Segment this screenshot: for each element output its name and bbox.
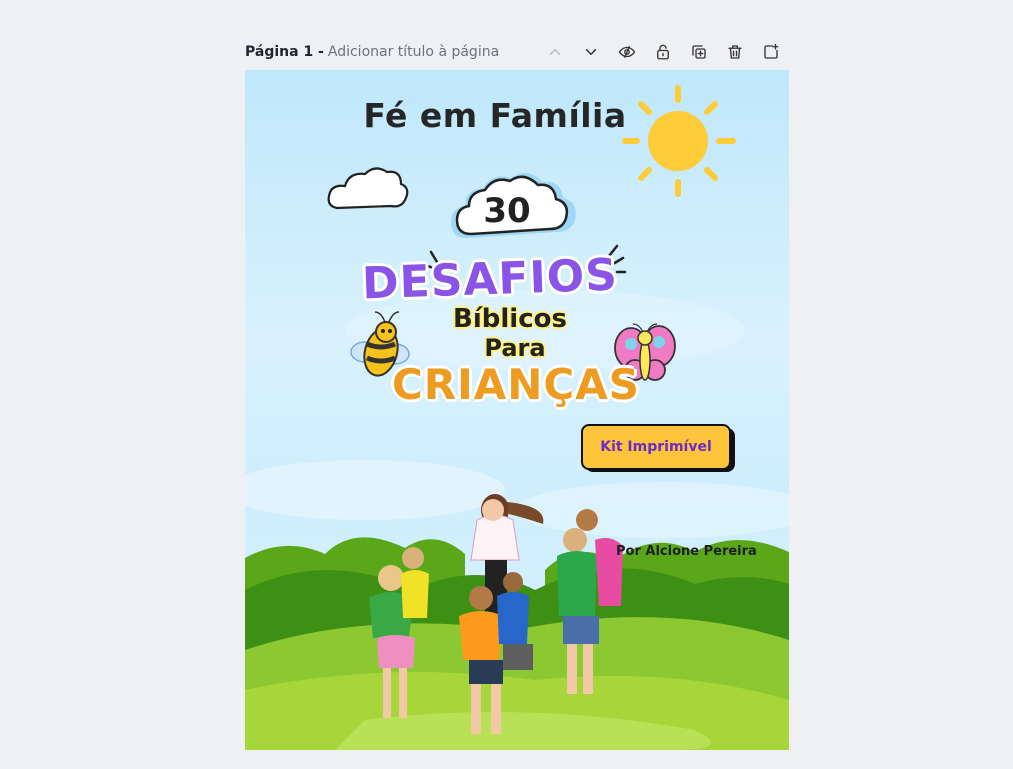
- page-header: Página 1 - Adicionar título à página: [245, 38, 789, 66]
- trash-icon: [728, 45, 742, 59]
- move-down-button[interactable]: [573, 38, 609, 66]
- cover-title-para[interactable]: Para: [245, 334, 787, 362]
- add-page-icon: [764, 43, 779, 59]
- move-up-button[interactable]: [537, 38, 573, 66]
- cover-title-criancas[interactable]: CRIANÇAS: [245, 360, 788, 409]
- cloud-outline-icon: [327, 167, 409, 210]
- cover-number[interactable]: 30: [451, 191, 563, 231]
- chevron-down-icon: [585, 49, 597, 55]
- author-credit[interactable]: Por Alcione Pereira: [616, 544, 757, 559]
- cover-heading[interactable]: Fé em Família: [245, 96, 767, 135]
- eye-off-icon: [618, 46, 636, 58]
- delete-page-button[interactable]: [717, 38, 753, 66]
- cover-title-biblicos[interactable]: Bíblicos: [245, 304, 782, 334]
- page-toolbar: [537, 38, 789, 66]
- hide-page-button[interactable]: [609, 38, 645, 66]
- kit-imprimivel-button[interactable]: Kit Imprimível: [581, 424, 731, 470]
- chevron-up-icon: [549, 49, 561, 55]
- duplicate-page-button[interactable]: [681, 38, 717, 66]
- page-number-label: Página 1 -: [245, 44, 324, 60]
- page-number: Página 1: [245, 44, 314, 60]
- unlock-icon: [657, 44, 669, 60]
- page-title-input[interactable]: Adicionar título à página: [328, 44, 499, 60]
- cover-illustration: [245, 85, 789, 750]
- design-canvas[interactable]: Fé em Família 30 DESAFIOS Bíblicos Para …: [245, 70, 789, 750]
- lock-page-button[interactable]: [645, 38, 681, 66]
- add-page-button[interactable]: [753, 38, 789, 66]
- duplicate-icon: [692, 45, 706, 59]
